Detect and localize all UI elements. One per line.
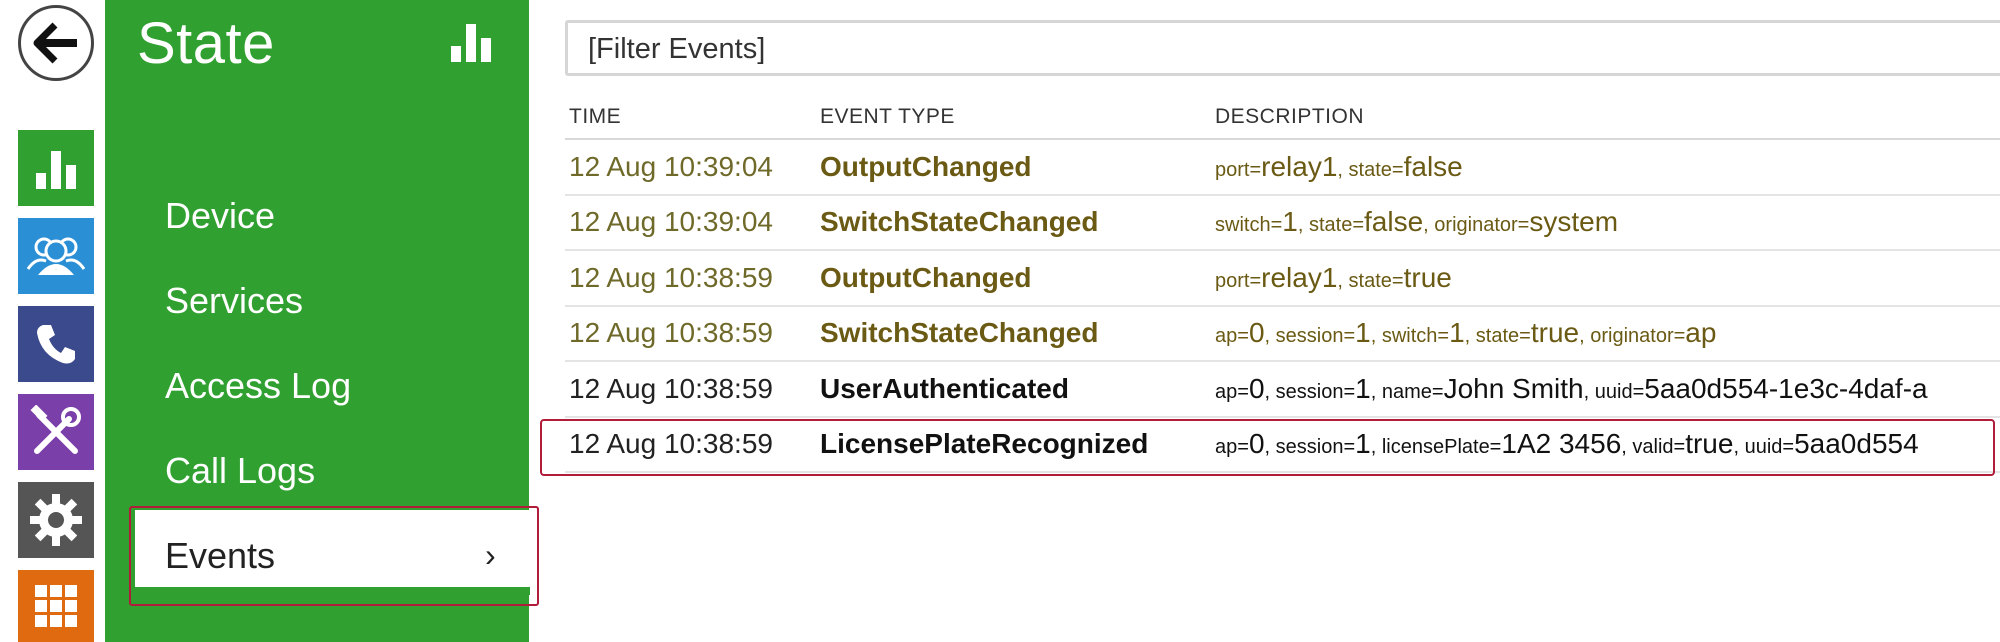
desc-key: state=	[1348, 158, 1404, 181]
apps-grid-icon	[35, 585, 77, 627]
desc-key: port=	[1215, 158, 1262, 181]
table-row[interactable]: 12 Aug 10:38:59 SwitchStateChanged ap=0, s…	[565, 307, 2000, 362]
menu-item-device[interactable]: Device	[165, 195, 275, 237]
event-description: port=relay1, state=true	[1215, 261, 1452, 293]
event-type: SwitchStateChanged	[820, 206, 1099, 238]
desc-value: true	[1403, 261, 1452, 293]
directory-users-icon	[26, 237, 86, 275]
desc-value: true	[1530, 317, 1580, 349]
desc-value: John Smith	[1443, 372, 1584, 404]
desc-value: 0	[1248, 317, 1265, 349]
nav-rail	[0, 0, 105, 642]
desc-key: state=	[1475, 325, 1531, 348]
event-description: ap=0, session=1, switch=1, state=true, o…	[1215, 317, 1717, 349]
menu-item-events-label: Events	[165, 535, 276, 576]
desc-key: originator=	[1434, 214, 1530, 237]
desc-value: ap	[1685, 317, 1717, 349]
rail-apps-button[interactable]	[18, 570, 94, 642]
table-row[interactable]: 12 Aug 10:39:04 OutputChanged port=relay1,…	[565, 140, 2000, 196]
phone-icon	[37, 325, 75, 364]
rail-directory-button[interactable]	[18, 218, 94, 294]
desc-value: 1	[1355, 317, 1371, 349]
rail-state-button[interactable]	[18, 130, 94, 206]
desc-key: name=	[1381, 380, 1444, 403]
desc-value: relay1	[1261, 150, 1338, 182]
desc-key: ap=	[1215, 380, 1249, 403]
event-description: switch=1, state=false, originator=system	[1215, 206, 1619, 238]
settings-gear-icon	[30, 494, 82, 546]
event-description: ap=0, session=1, name=John Smith, uuid=5…	[1215, 372, 1928, 404]
menu-item-access-log[interactable]: Access Log	[165, 365, 351, 407]
event-description: port=relay1, state=false	[1215, 150, 1463, 182]
desc-key: switch=	[1381, 325, 1450, 348]
table-header: TIME EVENT TYPE DESCRIPTION	[565, 96, 2000, 140]
column-header-description[interactable]: DESCRIPTION	[1215, 105, 1364, 129]
rail-settings-button[interactable]	[18, 482, 94, 558]
desc-value: 0	[1248, 372, 1265, 404]
chevron-right-icon: ›	[485, 537, 496, 573]
rail-phone-button[interactable]	[18, 306, 94, 382]
desc-key: switch=	[1215, 214, 1283, 237]
column-header-event-type[interactable]: EVENT TYPE	[820, 105, 955, 129]
back-button[interactable]	[18, 5, 94, 81]
event-type: UserAuthenticated	[820, 372, 1069, 404]
desc-value: 1	[1282, 206, 1298, 238]
desc-key: state=	[1348, 269, 1404, 292]
hardware-tools-icon	[30, 405, 81, 454]
desc-value: system	[1529, 206, 1619, 238]
desc-value: false	[1364, 206, 1424, 238]
back-arrow-icon	[33, 22, 77, 64]
rail-hardware-button[interactable]	[18, 394, 94, 470]
events-table: TIME EVENT TYPE DESCRIPTION 12 Aug 10:39…	[565, 96, 2000, 473]
desc-key: session=	[1275, 325, 1356, 348]
event-type: SwitchStateChanged	[820, 317, 1099, 349]
desc-key: originator=	[1590, 325, 1686, 348]
menu-item-call-logs[interactable]: Call Logs	[165, 450, 315, 492]
event-type: OutputChanged	[820, 150, 1032, 182]
chart-icon	[450, 22, 492, 69]
table-row[interactable]: 12 Aug 10:39:04 SwitchStateChanged switch=…	[565, 196, 2000, 251]
desc-key: uuid=	[1594, 380, 1645, 403]
desc-value: false	[1403, 150, 1463, 182]
desc-key: ap=	[1215, 325, 1249, 348]
state-chart-icon	[36, 151, 76, 189]
event-time: 12 Aug 10:38:59	[569, 372, 773, 404]
filter-events-input[interactable]: [Filter Events]	[565, 20, 2000, 76]
event-time: 12 Aug 10:39:04	[569, 150, 773, 182]
desc-value: 1	[1355, 372, 1371, 404]
table-row[interactable]: 12 Aug 10:38:59 OutputChanged port=relay1,…	[565, 251, 2000, 307]
desc-value: 5aa0d554-1e3c-4daf-a	[1644, 372, 1928, 404]
desc-value: 1	[1449, 317, 1465, 349]
desc-key: session=	[1275, 380, 1356, 403]
selected-row-outline	[540, 419, 1995, 476]
menu-item-services[interactable]: Services	[165, 280, 303, 322]
desc-key: state=	[1308, 214, 1364, 237]
event-time: 12 Aug 10:38:59	[569, 317, 773, 349]
column-header-time[interactable]: TIME	[569, 105, 621, 129]
table-row[interactable]: 12 Aug 10:38:59 UserAuthenticated ap=0, se…	[565, 362, 2000, 418]
desc-key: port=	[1215, 269, 1262, 292]
desc-value: relay1	[1261, 261, 1338, 293]
event-time: 12 Aug 10:38:59	[569, 261, 773, 293]
page-title: State	[137, 11, 275, 76]
event-time: 12 Aug 10:39:04	[569, 206, 773, 238]
event-type: OutputChanged	[820, 261, 1032, 293]
